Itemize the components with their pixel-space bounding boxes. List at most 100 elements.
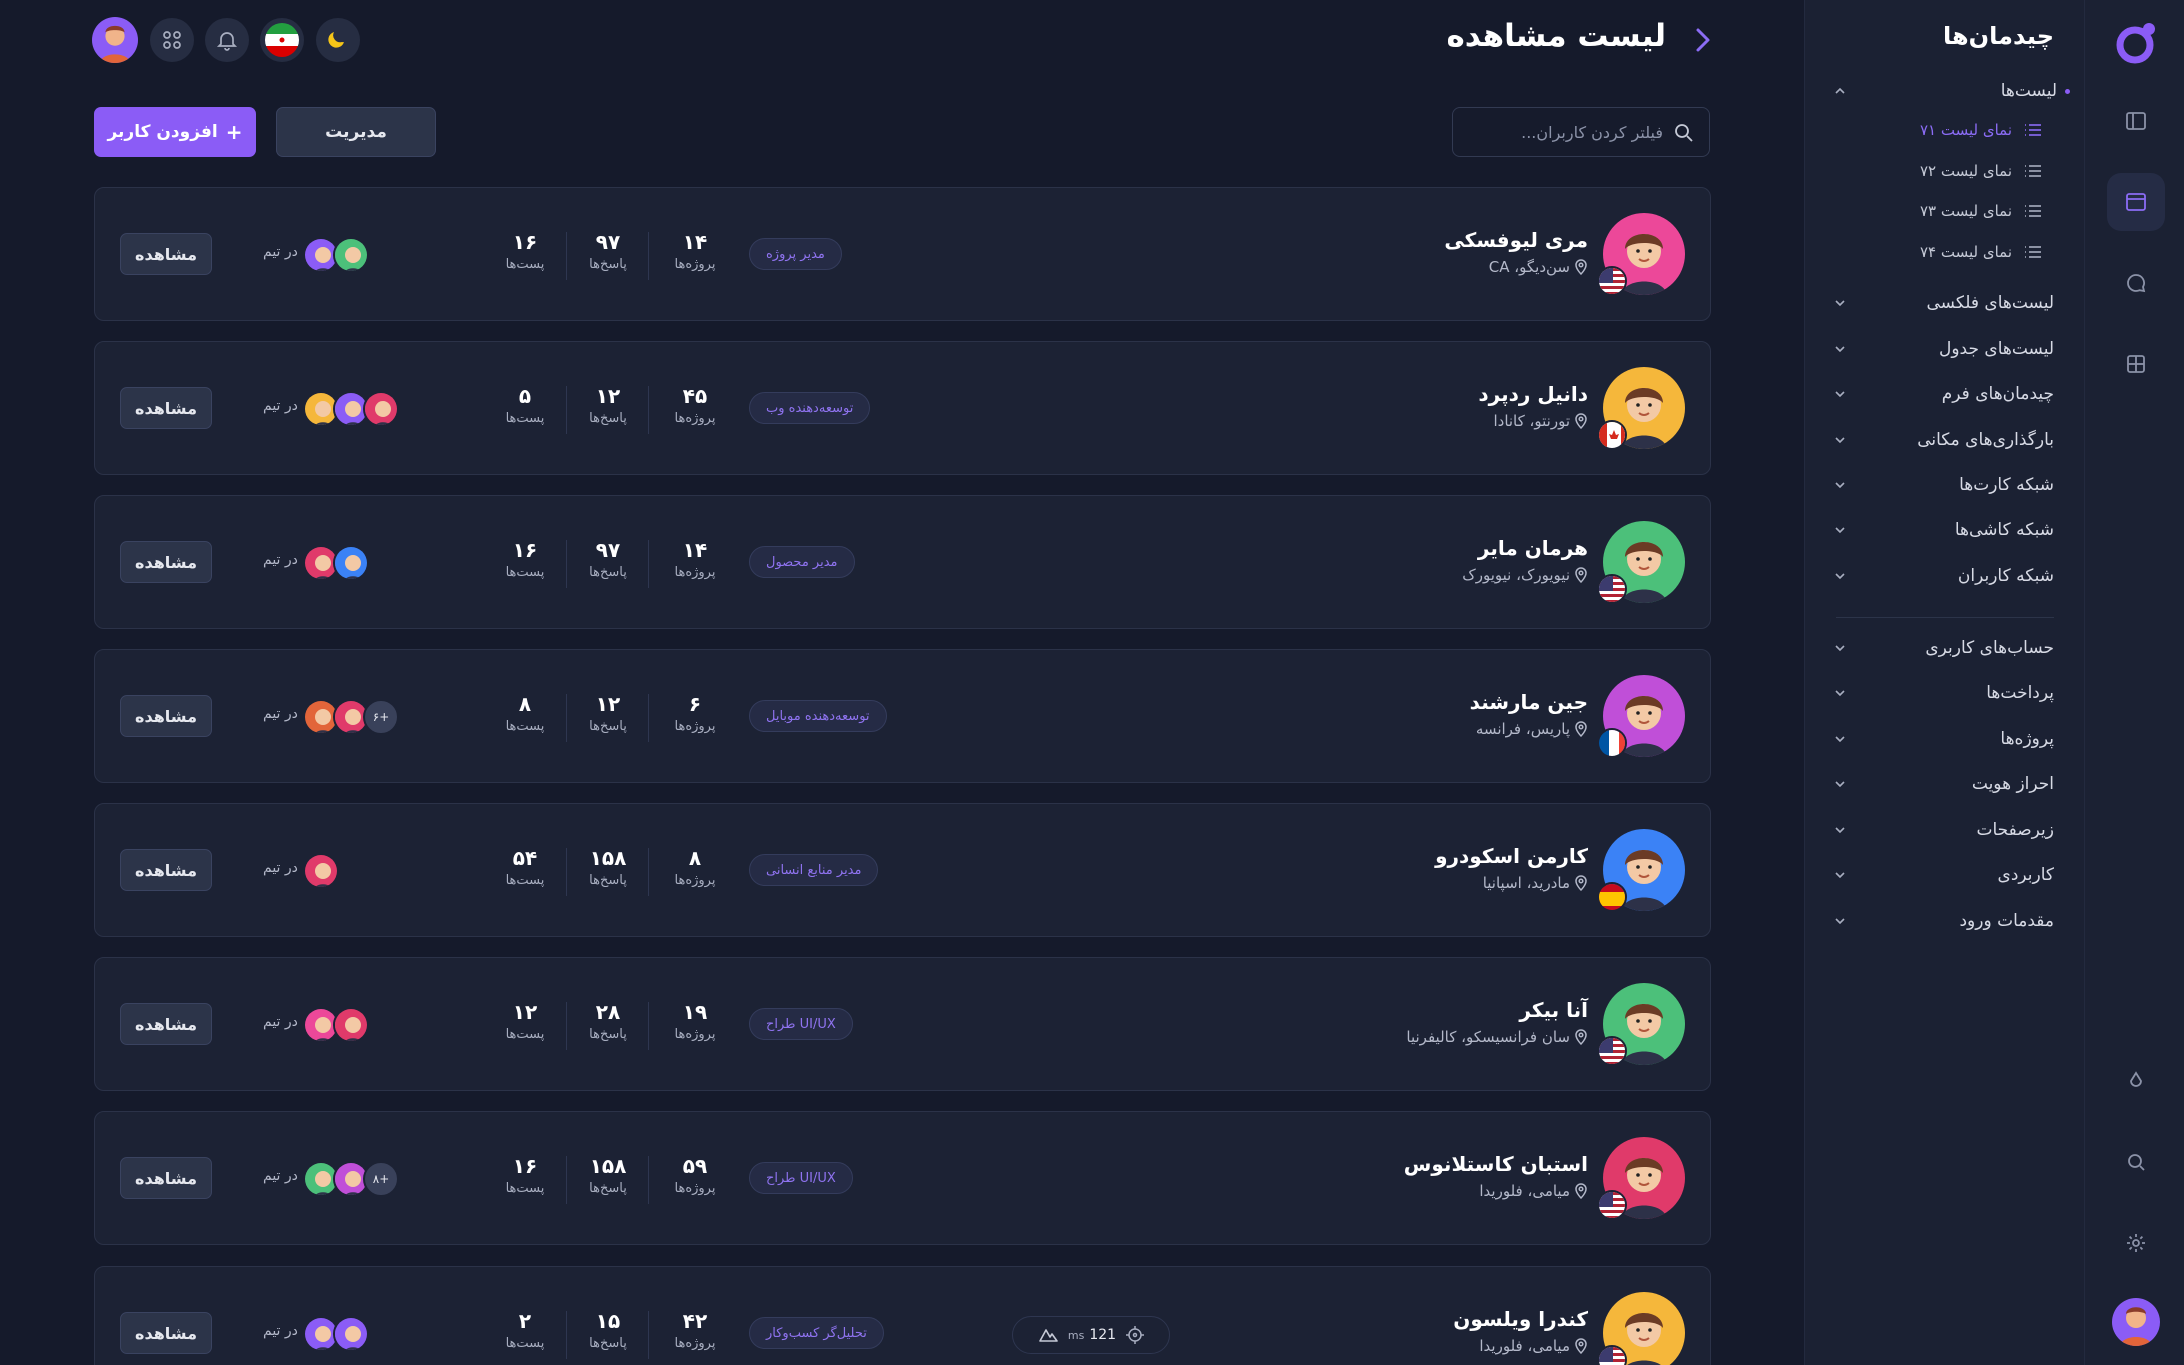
sidebar-item-card-grid[interactable]: شبکه کارت‌ها	[1834, 469, 2054, 501]
view-button[interactable]: مشاهده	[120, 541, 212, 583]
manage-button[interactable]: مدیریت	[276, 107, 436, 157]
team-more-badge[interactable]: ۸+	[363, 1161, 399, 1197]
sidebar-item-utility[interactable]: کاربردی	[1834, 859, 2054, 891]
sidebar-item-accounts[interactable]: حساب‌های کاربری	[1834, 632, 2054, 664]
team-member-avatar[interactable]	[363, 391, 399, 427]
user-avatar[interactable]	[2112, 1298, 2160, 1346]
stat-value: ۴۲	[682, 1309, 708, 1333]
search-input[interactable]	[1463, 108, 1663, 156]
stat-projects: ۱۴ پروژه‌ها	[655, 230, 735, 272]
layouts-icon[interactable]	[2107, 173, 2165, 231]
page-title: لیست مشاهده	[1446, 18, 1666, 54]
sidebar-item-label: لیست‌ها	[2000, 81, 2057, 101]
sidebar-item-placeload[interactable]: بارگذاری‌های مکانی	[1834, 424, 2054, 456]
collapse-chevron-icon[interactable]	[1690, 26, 1716, 54]
settings-gear-icon[interactable]	[2107, 1214, 2165, 1272]
search-icon[interactable]	[2107, 1133, 2165, 1191]
apps-button[interactable]	[150, 18, 194, 62]
stat-value: ۴۵	[682, 384, 708, 408]
view-button[interactable]: مشاهده	[120, 233, 212, 275]
team-member-avatar[interactable]	[333, 237, 369, 273]
user-name[interactable]: مری لیوفسکی	[1444, 228, 1588, 252]
grid-icon[interactable]	[2107, 335, 2165, 393]
stat-projects: ۶ پروژه‌ها	[655, 692, 735, 734]
location-pin-icon	[1575, 721, 1587, 737]
sidebar-item-lists[interactable]: لیست‌ها	[1834, 75, 2070, 107]
stat-label: پاسخ‌ها	[589, 873, 627, 888]
sidebar-toggle-icon[interactable]	[2107, 92, 2165, 150]
view-button[interactable]: مشاهده	[120, 1157, 212, 1199]
sidebar-item-projects[interactable]: پروژه‌ها	[1834, 723, 2054, 755]
stat-replies: ۱۲ پاسخ‌ها	[568, 384, 648, 426]
user-name[interactable]: کارمن اسکودرو	[1435, 844, 1588, 868]
theme-drop-icon[interactable]	[2107, 1052, 2165, 1110]
team-member-avatar[interactable]	[303, 853, 339, 889]
sidebar-item-label: احراز هویت	[1971, 774, 2054, 794]
icon-rail	[2084, 0, 2184, 1365]
role-badge: مدیر منابع انسانی	[749, 854, 879, 886]
team-member-avatar[interactable]	[333, 545, 369, 581]
view-button[interactable]: مشاهده	[120, 387, 212, 429]
stat-divider	[566, 540, 567, 588]
user-card: جین مارشند پاریس، فرانسه توسعه‌دهنده موبای…	[94, 649, 1711, 783]
team-member-avatar[interactable]	[333, 1316, 369, 1352]
user-name[interactable]: استبان کاستلانوس	[1404, 1152, 1588, 1176]
language-button[interactable]	[260, 18, 304, 62]
stat-posts: ۵ پست‌ها	[485, 384, 565, 426]
stat-value: ۵	[518, 384, 532, 408]
theme-toggle-button[interactable]	[316, 18, 360, 62]
team-member-avatar[interactable]	[333, 1007, 369, 1043]
sidebar-item-label: شبکه کاربران	[1957, 566, 2054, 586]
user-name[interactable]: کندرا ویلسون	[1453, 1307, 1588, 1331]
add-user-button[interactable]: افزودن کاربر +	[94, 107, 256, 157]
chevron-down-icon	[1835, 690, 1845, 697]
in-team-label: در تیم	[263, 860, 298, 876]
sidebar-item-form-layouts[interactable]: چیدمان‌های فرم	[1834, 378, 2054, 410]
stat-label: پروژه‌ها	[674, 1336, 716, 1351]
sidebar-item-tile-grid[interactable]: شبکه کاشی‌ها	[1834, 514, 2054, 546]
view-button[interactable]: مشاهده	[120, 1003, 212, 1045]
user-name[interactable]: آنا بیکر	[1519, 998, 1588, 1022]
user-name[interactable]: هرمان مایر	[1478, 536, 1588, 560]
stat-value: ۱۲	[512, 1000, 538, 1024]
sidebar-item-auth[interactable]: احراز هویت	[1834, 768, 2054, 800]
user-name[interactable]: دانیل ردپرد	[1478, 382, 1588, 406]
sidebar-subitem-list-74[interactable]: نمای لیست ۷۴	[1842, 238, 2042, 266]
team-more-badge[interactable]: ۶+	[363, 699, 399, 735]
country-flag-icon	[1597, 728, 1627, 758]
stat-label: پاسخ‌ها	[589, 411, 627, 426]
view-button[interactable]: مشاهده	[120, 849, 212, 891]
view-button[interactable]: مشاهده	[120, 1312, 212, 1354]
user-card: مری لیوفسکی سن‌دیگو، CA مدیر پروژه ۱۴ پروژه‌…	[94, 187, 1711, 321]
notifications-button[interactable]	[205, 18, 249, 62]
sidebar-item-table-lists[interactable]: لیست‌های جدول	[1834, 333, 2054, 365]
view-button[interactable]: مشاهده	[120, 695, 212, 737]
sidebar-item-flex-lists[interactable]: لیست‌های فلکسی	[1834, 287, 2054, 319]
stat-replies: ۱۲ پاسخ‌ها	[568, 692, 648, 734]
sidebar-item-user-grid[interactable]: شبکه کاربران	[1834, 560, 2054, 592]
user-card: استبان کاستلانوس میامی، فلوریدا طراح UI/UX…	[94, 1111, 1711, 1245]
role-badge: طراح UI/UX	[749, 1162, 853, 1194]
stat-projects: ۱۹ پروژه‌ها	[655, 1000, 735, 1042]
sidebar-divider	[1836, 617, 2054, 618]
profile-avatar[interactable]	[92, 17, 138, 63]
sidebar-item-payments[interactable]: پرداخت‌ها	[1834, 677, 2054, 709]
sidebar-subitem-label: نمای لیست ۷۴	[1919, 243, 2012, 261]
stat-label: پروژه‌ها	[674, 873, 716, 888]
stat-replies: ۹۷ پاسخ‌ها	[568, 538, 648, 580]
sidebar-subitem-list-71[interactable]: نمای لیست ۷۱	[1842, 116, 2042, 144]
sidebar-subitem-list-72[interactable]: نمای لیست ۷۲	[1842, 157, 2042, 185]
chat-icon[interactable]	[2107, 254, 2165, 312]
user-location: میامی، فلوریدا	[1479, 1337, 1588, 1355]
user-filter-search[interactable]	[1452, 107, 1710, 157]
user-name[interactable]: جین مارشند	[1470, 690, 1588, 714]
sidebar-subitem-list-73[interactable]: نمای لیست ۷۳	[1842, 197, 2042, 225]
sidebar-item-onboarding[interactable]: مقدمات ورود	[1834, 905, 2054, 937]
performance-badge[interactable]: ms 121	[1012, 1316, 1170, 1354]
user-location-text: میامی، فلوریدا	[1479, 1182, 1570, 1200]
stat-value: ۱۹	[682, 1000, 708, 1024]
sidebar-item-subpages[interactable]: زیرصفحات	[1834, 814, 2054, 846]
app-logo[interactable]	[2113, 20, 2159, 66]
chevron-down-icon	[1835, 482, 1845, 489]
stat-posts: ۵۴ پست‌ها	[485, 846, 565, 888]
